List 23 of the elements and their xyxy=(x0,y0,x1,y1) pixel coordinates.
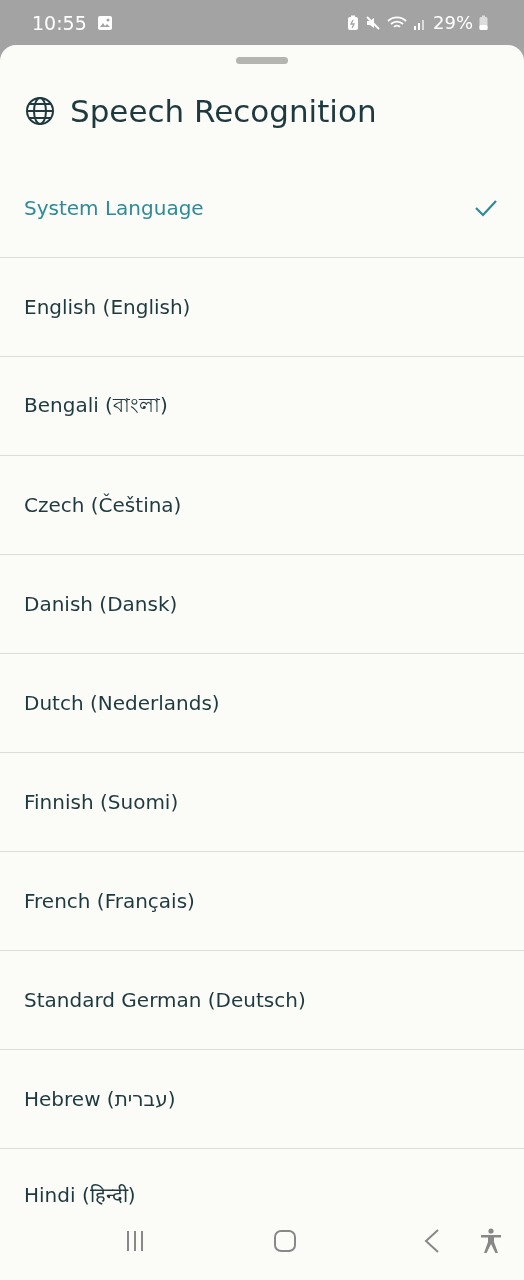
home-icon[interactable] xyxy=(273,1229,297,1253)
language-option[interactable]: Hebrew (עברית) xyxy=(0,1050,524,1149)
language-option[interactable]: Danish (Dansk) xyxy=(0,555,524,654)
battery-percent: 29% xyxy=(433,12,473,33)
checkmark-icon xyxy=(474,199,498,217)
language-option[interactable]: French (Français) xyxy=(0,852,524,951)
sheet-title: Speech Recognition xyxy=(70,93,377,129)
language-option[interactable]: English (English) xyxy=(0,258,524,357)
language-option[interactable]: Standard German (Deutsch) xyxy=(0,951,524,1050)
accessibility-icon[interactable] xyxy=(480,1228,502,1254)
language-option[interactable]: Bengali (বাংলা) xyxy=(0,357,524,456)
battery-saver-icon xyxy=(347,14,359,31)
mute-icon xyxy=(365,14,381,31)
clock-time: 10:55 xyxy=(32,11,87,34)
language-option[interactable]: Czech (Čeština) xyxy=(0,456,524,555)
language-option[interactable]: Finnish (Suomi) xyxy=(0,753,524,852)
globe-icon xyxy=(24,95,56,127)
image-icon xyxy=(96,14,113,31)
language-option[interactable]: Dutch (Nederlands) xyxy=(0,654,524,753)
battery-icon xyxy=(479,14,488,31)
language-option[interactable]: System Language xyxy=(0,159,524,258)
back-icon[interactable] xyxy=(423,1228,441,1254)
drag-handle[interactable] xyxy=(236,57,288,64)
